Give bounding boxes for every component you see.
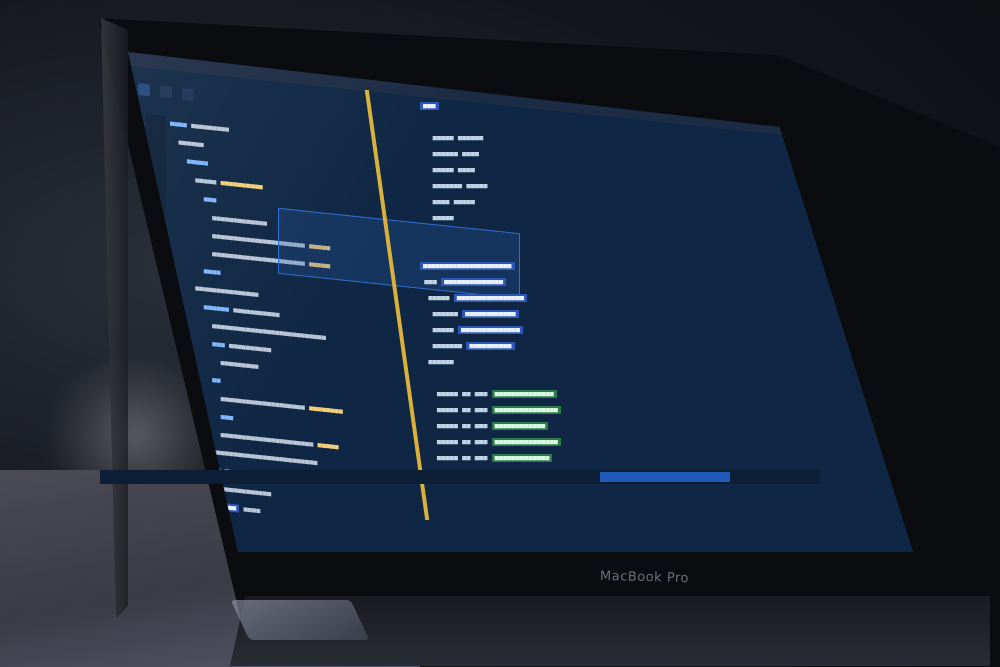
code-line: ■■■■■■ — [420, 358, 454, 366]
code-line: ■■■■■ — [420, 214, 454, 222]
code-line: ■■■ — [420, 98, 750, 114]
editor-tab[interactable] — [182, 87, 194, 101]
code-line: ■■■■■■■ ■■■■■■■■■■ — [420, 338, 750, 354]
code-line: ■■■■■ ■■■■■■■■■■■■■■■■ — [420, 290, 750, 306]
code-line: ■■■■■ ■■■■■■■■■■■■■■ — [420, 322, 750, 338]
code-line: ■■■■■ ■■ ■■■ ■■■■■■■■■■■■■■ — [420, 386, 750, 402]
code-line: ■■■■■ ■■ ■■■ ■■■■■■■■■■■■■ — [420, 450, 750, 466]
code-line: ■■■■■ ■■■■■■ — [420, 134, 484, 142]
laptop-base-highlight — [230, 600, 370, 640]
code-line: ■■■ ■■■■■■■■■■■■■■ — [420, 274, 750, 290]
editor-tab[interactable] — [138, 83, 150, 97]
code-line: ■■■■■ ■■ ■■■ ■■■■■■■■■■■■■■■ — [420, 402, 750, 418]
code-pane-right[interactable]: ■■■ ■■■■■ ■■■■■■ ■■■■■■ ■■■■ ■■■■■ ■■■■ … — [420, 98, 750, 498]
code-line: ■■■■■■■■■■■■■■■■■■■■■ — [420, 258, 750, 274]
code-line: ■■■■■■ ■■■■ — [420, 150, 480, 158]
code-line: ■■■■■ ■■ ■■■ ■■■■■■■■■■■■ — [420, 418, 750, 434]
editor-tab[interactable] — [160, 85, 172, 99]
code-line: ■■■■■■■ ■■■■■ — [420, 182, 488, 190]
status-accent — [600, 472, 730, 482]
code-line: ■■■■ ■■■■■ — [420, 198, 475, 206]
code-line: ■■■■■ ■■ ■■■ ■■■■■■■■■■■■■■■ — [420, 434, 750, 450]
laptop-brand-label: MacBook Pro — [599, 568, 690, 587]
code-line: ■■■■■■ ■■■■■■■■■■■■ — [420, 306, 750, 322]
code-line: ■■■■■ ■■■■ — [420, 166, 475, 174]
